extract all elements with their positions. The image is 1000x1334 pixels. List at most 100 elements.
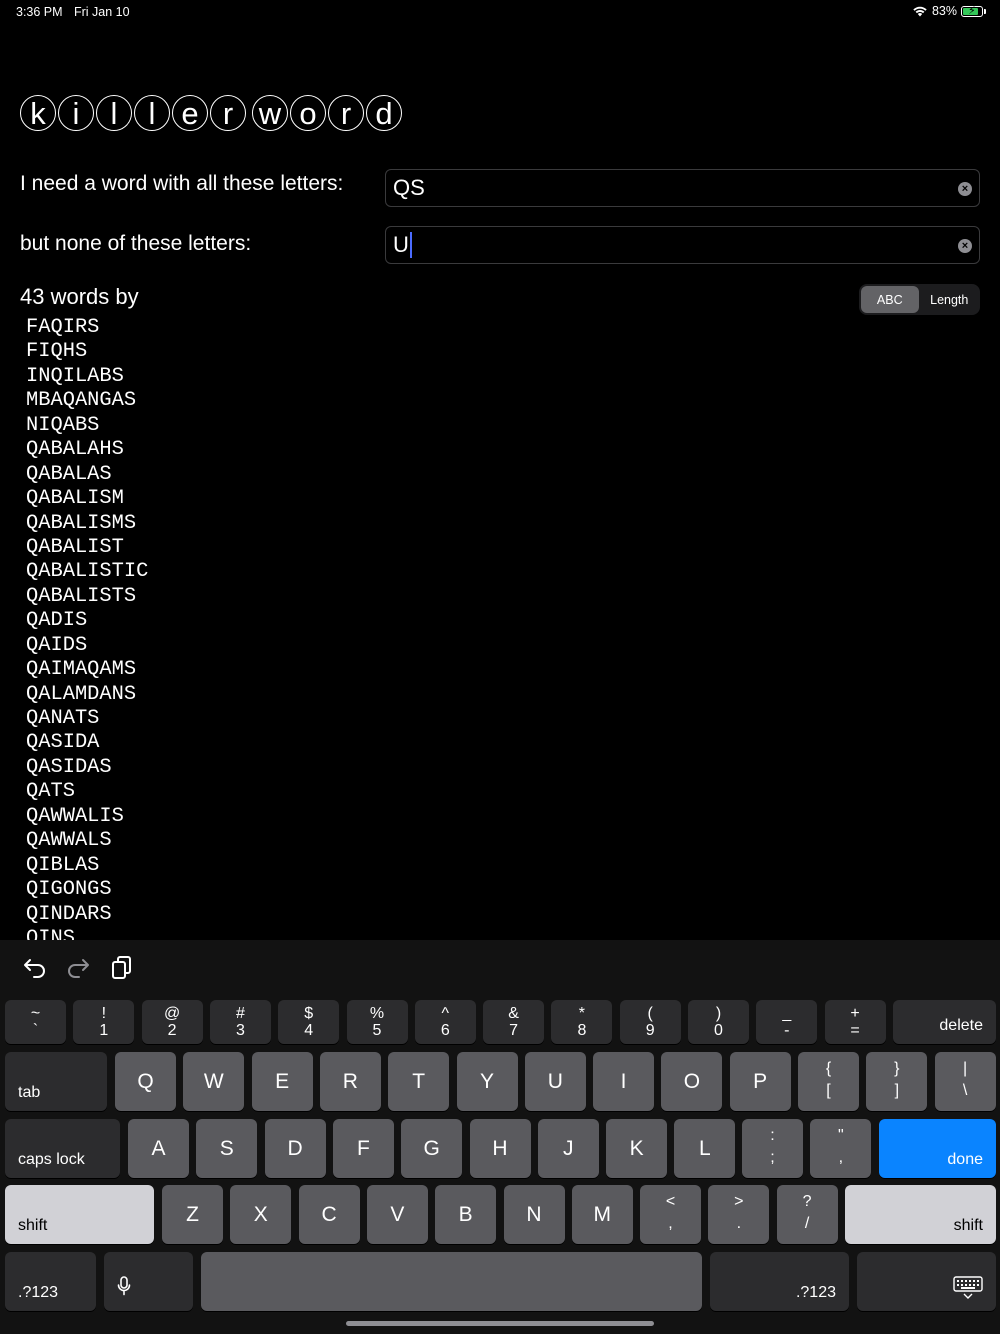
- sort-length-segment[interactable]: Length: [921, 286, 979, 313]
- key-letter[interactable]: X: [230, 1185, 292, 1244]
- word-list-item[interactable]: QAIDS: [26, 634, 426, 658]
- key-letter[interactable]: A: [128, 1119, 189, 1178]
- key-symbol[interactable]: :;: [742, 1119, 803, 1178]
- key-symbol[interactable]: * 8: [551, 1000, 613, 1044]
- key-letter[interactable]: P: [729, 1052, 791, 1111]
- caps-lock-key[interactable]: caps lock: [5, 1119, 120, 1178]
- include-letters-field[interactable]: QS ×: [385, 169, 980, 207]
- word-list-item[interactable]: QAWWALIS: [26, 805, 426, 829]
- key-symbol[interactable]: $4: [278, 1000, 340, 1044]
- key-symbol[interactable]: ? /: [776, 1185, 838, 1244]
- key-symbol[interactable]: #3: [209, 1000, 271, 1044]
- space-key[interactable]: [201, 1252, 702, 1311]
- clear-include-icon[interactable]: ×: [958, 182, 972, 196]
- word-list-item[interactable]: NIQABS: [26, 414, 426, 438]
- undo-icon[interactable]: [22, 954, 48, 980]
- word-list-item[interactable]: QALAMDANS: [26, 683, 426, 707]
- key-symbol[interactable]: ",: [810, 1119, 872, 1178]
- shift-left-key[interactable]: shift: [5, 1185, 154, 1244]
- hide-keyboard-key[interactable]: [857, 1252, 996, 1311]
- key-letter[interactable]: R: [319, 1052, 381, 1111]
- key-letter[interactable]: J: [537, 1119, 599, 1178]
- dictation-key[interactable]: [104, 1252, 193, 1311]
- key-letter[interactable]: C: [298, 1185, 360, 1244]
- key-letter[interactable]: S: [196, 1119, 258, 1178]
- tab-key[interactable]: tab: [5, 1052, 107, 1111]
- key-label: %: [369, 1005, 385, 1022]
- word-list-item[interactable]: QABALISTS: [26, 585, 426, 609]
- key-letter[interactable]: T: [388, 1052, 450, 1111]
- word-list-item[interactable]: QABALAHS: [26, 438, 426, 462]
- key-symbol[interactable]: + =: [824, 1000, 886, 1044]
- key-symbol[interactable]: >.: [708, 1185, 770, 1244]
- sort-abc-segment[interactable]: ABC: [861, 286, 919, 313]
- word-list-item[interactable]: QABALAS: [26, 463, 426, 487]
- word-list-item[interactable]: QAIMAQAMS: [26, 658, 426, 682]
- key-symbol[interactable]: @2: [141, 1000, 203, 1044]
- key-symbol[interactable]: _ -: [756, 1000, 818, 1044]
- key-symbol[interactable]: (9: [619, 1000, 681, 1044]
- key-letter[interactable]: L: [674, 1119, 736, 1178]
- home-indicator[interactable]: [346, 1321, 654, 1326]
- key-letter[interactable]: I: [593, 1052, 655, 1111]
- word-list-item[interactable]: QATS: [26, 780, 426, 804]
- numbers-left-key[interactable]: .?123: [5, 1252, 96, 1311]
- word-list-item[interactable]: QANATS: [26, 707, 426, 731]
- exclude-letters-field[interactable]: U ×: [385, 226, 980, 264]
- key-symbol[interactable]: ~ `: [5, 1000, 66, 1044]
- paste-icon[interactable]: [109, 954, 135, 980]
- key-symbol[interactable]: }]: [866, 1052, 928, 1111]
- delete-key[interactable]: delete: [893, 1000, 996, 1044]
- numbers-right-key[interactable]: .?123: [710, 1252, 849, 1311]
- word-list-item[interactable]: FAQIRS: [26, 316, 426, 340]
- key-symbol[interactable]: {[: [798, 1052, 859, 1111]
- key-symbol[interactable]: & 7: [483, 1000, 545, 1044]
- word-list-item[interactable]: QADIS: [26, 609, 426, 633]
- shift-right-key[interactable]: shift: [845, 1185, 996, 1244]
- word-list-item[interactable]: QINDARS: [26, 903, 426, 927]
- key-label: 0: [714, 1022, 723, 1039]
- key-symbol[interactable]: ) 0: [688, 1000, 749, 1044]
- redo-icon[interactable]: [65, 954, 91, 980]
- key-symbol[interactable]: ! 1: [73, 1000, 135, 1044]
- word-list-item[interactable]: QABALIST: [26, 536, 426, 560]
- key-letter[interactable]: F: [332, 1119, 394, 1178]
- word-list-item[interactable]: QAWWALS: [26, 829, 426, 853]
- key-letter[interactable]: E: [251, 1052, 313, 1111]
- word-list-item[interactable]: QABALISM: [26, 487, 426, 511]
- word-list-item[interactable]: MBAQANGAS: [26, 389, 426, 413]
- key-letter[interactable]: W: [183, 1052, 245, 1111]
- key-letter[interactable]: Y: [456, 1052, 518, 1111]
- key-letter[interactable]: M: [571, 1185, 633, 1244]
- key-letter[interactable]: D: [264, 1119, 326, 1178]
- key-letter[interactable]: G: [401, 1119, 463, 1178]
- word-list-item[interactable]: INQILABS: [26, 365, 426, 389]
- key-label: U: [547, 1070, 563, 1093]
- word-list[interactable]: FAQIRS FIQHS INQILABS MBAQANGAS NIQABS QABALA…: [26, 316, 426, 940]
- key-symbol[interactable]: <,: [640, 1185, 701, 1244]
- key-letter[interactable]: K: [606, 1119, 668, 1178]
- word-list-item[interactable]: QABALISTIC: [26, 560, 426, 584]
- key-letter[interactable]: Z: [162, 1185, 223, 1244]
- key-label: done: [947, 1151, 983, 1168]
- key-letter[interactable]: Q: [115, 1052, 176, 1111]
- key-letter[interactable]: N: [503, 1185, 565, 1244]
- key-letter[interactable]: H: [469, 1119, 531, 1178]
- key-symbol[interactable]: ^ 6: [414, 1000, 476, 1044]
- word-list-item[interactable]: QIGONGS: [26, 878, 426, 902]
- clear-exclude-icon[interactable]: ×: [958, 239, 972, 253]
- word-list-item[interactable]: FIQHS: [26, 340, 426, 364]
- key-symbol[interactable]: | \: [934, 1052, 996, 1111]
- key-symbol[interactable]: % 5: [346, 1000, 408, 1044]
- key-letter[interactable]: U: [524, 1052, 586, 1111]
- word-list-item[interactable]: QINS: [26, 927, 426, 940]
- word-list-item[interactable]: QASIDAS: [26, 756, 426, 780]
- done-key[interactable]: done: [879, 1119, 996, 1178]
- key-letter[interactable]: O: [661, 1052, 723, 1111]
- word-list-item[interactable]: QASIDA: [26, 731, 426, 755]
- key-letter[interactable]: B: [435, 1185, 497, 1244]
- key-letter[interactable]: V: [366, 1185, 428, 1244]
- key-label: @: [163, 1005, 181, 1022]
- word-list-item[interactable]: QABALISMS: [26, 512, 426, 536]
- word-list-item[interactable]: QIBLAS: [26, 854, 426, 878]
